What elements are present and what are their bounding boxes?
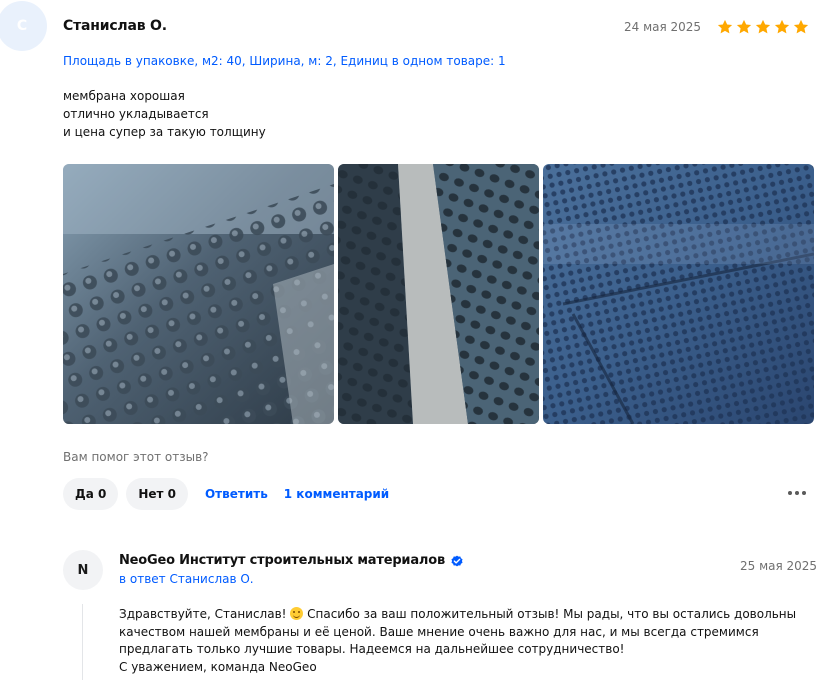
review-text-line: и цена супер за такую толщину [63, 125, 266, 139]
seller-name[interactable]: NeoGeo Институт строительных материалов [119, 553, 445, 568]
review-photos [63, 164, 814, 424]
reply-text-line: Здравствуйте, Станислав! Спасибо за ваш … [119, 607, 797, 621]
star-icon [736, 19, 752, 34]
smile-emoji-icon [290, 607, 304, 620]
reply-date: 25 мая 2025 [740, 559, 818, 573]
star-icon [793, 19, 809, 34]
more-options-icon[interactable] [788, 486, 808, 500]
vote-yes-button[interactable]: Да 0 [63, 478, 119, 510]
thread-line [82, 604, 83, 680]
star-icon [717, 19, 733, 34]
star-icon [755, 19, 771, 34]
reviewer-name: Станислав О. [63, 18, 167, 34]
comments-link[interactable]: 1 комментарий [284, 487, 389, 501]
rating-stars [716, 18, 810, 36]
product-variant-link[interactable]: Площадь в упаковке, м2: 40, Ширина, м: 2… [63, 54, 506, 68]
review-photo-2[interactable] [338, 164, 539, 424]
review-text-line: отлично укладывается [63, 107, 209, 121]
helpful-question: Вам помог этот отзыв? [63, 450, 209, 464]
reply-text-line: качеством нашей мембраны и её ценой. Ваш… [119, 624, 759, 639]
review-photo-1[interactable] [63, 164, 334, 424]
review-date: 24 мая 2025 [624, 20, 702, 34]
seller-reply-text: Здравствуйте, Станислав! Спасибо за ваш … [119, 606, 809, 676]
vote-no-button[interactable]: Нет 0 [126, 478, 188, 510]
verified-badge-icon [451, 555, 463, 566]
reply-text-line: предлагать только лучшие товары. Надеемс… [119, 642, 625, 656]
reply-link[interactable]: Ответить [205, 487, 268, 501]
star-icon [774, 19, 790, 34]
review-text: мембрана хорошая отлично укладывается и … [63, 87, 266, 141]
review-actions: Да 0 Нет 0 Ответить 1 комментарий [63, 478, 396, 510]
review-text-line: мембрана хорошая [63, 89, 185, 103]
reply-text-line: С уважением, команда NeoGeo [119, 659, 317, 674]
reply-to-link[interactable]: в ответ Станислав О. [119, 572, 254, 586]
seller-avatar: N [63, 550, 103, 590]
reviewer-avatar: С [0, 1, 47, 51]
review-photo-3[interactable] [543, 164, 814, 424]
seller-name-row: NeoGeo Институт строительных материалов [119, 553, 464, 568]
